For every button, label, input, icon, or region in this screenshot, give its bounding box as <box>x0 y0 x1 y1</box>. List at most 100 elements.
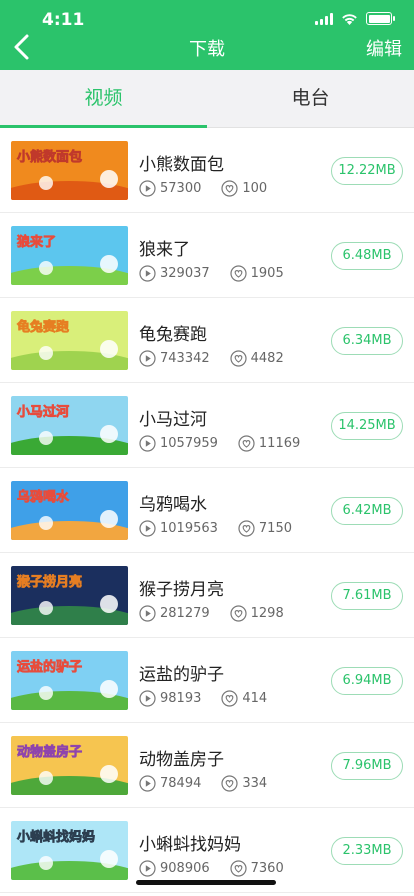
heart-icon <box>221 775 238 792</box>
video-thumbnail[interactable]: 龟兔赛跑 <box>11 311 128 370</box>
thumbnail-art: 小马过河 <box>11 396 128 455</box>
item-title: 动物盖房子 <box>139 750 224 770</box>
like-count: 334 <box>242 776 268 791</box>
like-count: 1905 <box>250 266 284 281</box>
play-count-icon <box>139 775 156 792</box>
thumbnail-title: 小蝌蚪找妈妈 <box>17 829 95 845</box>
thumbnail-art: 乌鸦喝水 <box>11 481 128 540</box>
wifi-icon <box>342 13 357 25</box>
home-indicator <box>136 880 276 885</box>
file-size-button[interactable]: 6.48MB <box>331 242 403 270</box>
play-count-icon <box>139 265 156 282</box>
heart-icon <box>230 605 247 622</box>
edit-button[interactable]: 编辑 <box>366 35 402 61</box>
thumbnail-title: 运盐的驴子 <box>17 659 82 675</box>
list-item[interactable]: 动物盖房子 动物盖房子 78494 334 7.96MB <box>0 723 414 808</box>
item-title: 狼来了 <box>139 240 190 260</box>
item-title: 小马过河 <box>139 410 207 430</box>
list-item[interactable]: 运盐的驴子 运盐的驴子 98193 414 6.94MB <box>0 638 414 723</box>
signal-icon <box>315 12 333 25</box>
tab-video[interactable]: 视频 <box>0 70 207 127</box>
like-count: 7150 <box>258 521 292 536</box>
heart-icon <box>238 520 255 537</box>
file-size-button[interactable]: 2.33MB <box>331 837 403 865</box>
list-item[interactable]: 小马过河 小马过河 1057959 11169 14.25MB <box>0 383 414 468</box>
list-item[interactable]: 猴子捞月亮 猴子捞月亮 281279 1298 7.61MB <box>0 553 414 638</box>
video-thumbnail[interactable]: 运盐的驴子 <box>11 651 128 710</box>
thumbnail-art: 狼来了 <box>11 226 128 285</box>
thumbnail-title: 狼来了 <box>16 234 56 250</box>
play-count: 743342 <box>160 351 210 366</box>
play-count: 281279 <box>160 606 210 621</box>
file-size-button[interactable]: 6.42MB <box>331 497 403 525</box>
item-stats: 98193 414 <box>139 690 267 707</box>
heart-icon <box>221 690 238 707</box>
play-count: 908906 <box>160 861 210 876</box>
file-size-button[interactable]: 6.34MB <box>331 327 403 355</box>
video-thumbnail[interactable]: 乌鸦喝水 <box>11 481 128 540</box>
file-size-button[interactable]: 6.94MB <box>331 667 403 695</box>
thumbnail-title: 小熊数面包 <box>17 149 82 165</box>
item-title: 小蝌蚪找妈妈 <box>139 835 241 855</box>
video-thumbnail[interactable]: 狼来了 <box>11 226 128 285</box>
play-count: 1019563 <box>160 521 218 536</box>
item-title: 龟兔赛跑 <box>139 325 207 345</box>
file-size-button[interactable]: 7.61MB <box>331 582 403 610</box>
item-stats: 281279 1298 <box>139 605 284 622</box>
heart-icon <box>230 860 247 877</box>
play-count-icon <box>139 690 156 707</box>
video-thumbnail[interactable]: 猴子捞月亮 <box>11 566 128 625</box>
video-thumbnail[interactable]: 小熊数面包 <box>11 141 128 200</box>
tab-radio[interactable]: 电台 <box>207 70 414 127</box>
play-count: 1057959 <box>160 436 218 451</box>
app-header: 4:11 下载 编辑 <box>0 0 414 70</box>
heart-icon <box>230 350 247 367</box>
like-count: 11169 <box>258 436 301 451</box>
play-count-icon <box>139 180 156 197</box>
item-stats: 57300 100 <box>139 180 267 197</box>
like-count: 7360 <box>250 861 284 876</box>
video-thumbnail[interactable]: 小马过河 <box>11 396 128 455</box>
thumbnail-art: 小蝌蚪找妈妈 <box>11 821 128 880</box>
item-stats: 908906 7360 <box>139 860 284 877</box>
file-size-button[interactable]: 12.22MB <box>331 157 403 185</box>
play-count-icon <box>139 350 156 367</box>
play-count-icon <box>139 860 156 877</box>
thumbnail-art: 运盐的驴子 <box>11 651 128 710</box>
item-stats: 78494 334 <box>139 775 267 792</box>
thumbnail-art: 小熊数面包 <box>11 141 128 200</box>
tab-bar: 视频 电台 <box>0 70 414 128</box>
thumbnail-art: 动物盖房子 <box>11 736 128 795</box>
file-size-button[interactable]: 7.96MB <box>331 752 403 780</box>
like-count: 4482 <box>250 351 284 366</box>
item-title: 运盐的驴子 <box>139 665 224 685</box>
like-count: 100 <box>242 181 268 196</box>
thumbnail-title: 乌鸦喝水 <box>17 489 70 505</box>
video-thumbnail[interactable]: 动物盖房子 <box>11 736 128 795</box>
file-size-button[interactable]: 14.25MB <box>331 412 403 440</box>
play-count-icon <box>139 435 156 452</box>
battery-icon <box>366 12 395 25</box>
status-icons <box>315 12 395 25</box>
list-item[interactable]: 龟兔赛跑 龟兔赛跑 743342 4482 6.34MB <box>0 298 414 383</box>
play-count: 329037 <box>160 266 210 281</box>
like-count: 414 <box>242 691 268 706</box>
play-count: 98193 <box>160 691 202 706</box>
heart-icon <box>238 435 255 452</box>
page-title: 下载 <box>189 39 225 60</box>
video-thumbnail[interactable]: 小蝌蚪找妈妈 <box>11 821 128 880</box>
list-item[interactable]: 乌鸦喝水 乌鸦喝水 1019563 7150 6.42MB <box>0 468 414 553</box>
item-stats: 743342 4482 <box>139 350 284 367</box>
thumbnail-art: 龟兔赛跑 <box>11 311 128 370</box>
like-count: 1298 <box>250 606 284 621</box>
play-count-icon <box>139 605 156 622</box>
item-title: 乌鸦喝水 <box>139 495 207 515</box>
list-item[interactable]: 小熊数面包 小熊数面包 57300 100 12.22MB <box>0 128 414 213</box>
item-title: 猴子捞月亮 <box>139 580 224 600</box>
list-item[interactable]: 狼来了 狼来了 329037 1905 6.48MB <box>0 213 414 298</box>
item-title: 小熊数面包 <box>139 155 224 175</box>
thumbnail-title: 龟兔赛跑 <box>17 319 69 335</box>
item-stats: 329037 1905 <box>139 265 284 282</box>
play-count: 57300 <box>160 181 202 196</box>
play-count: 78494 <box>160 776 202 791</box>
